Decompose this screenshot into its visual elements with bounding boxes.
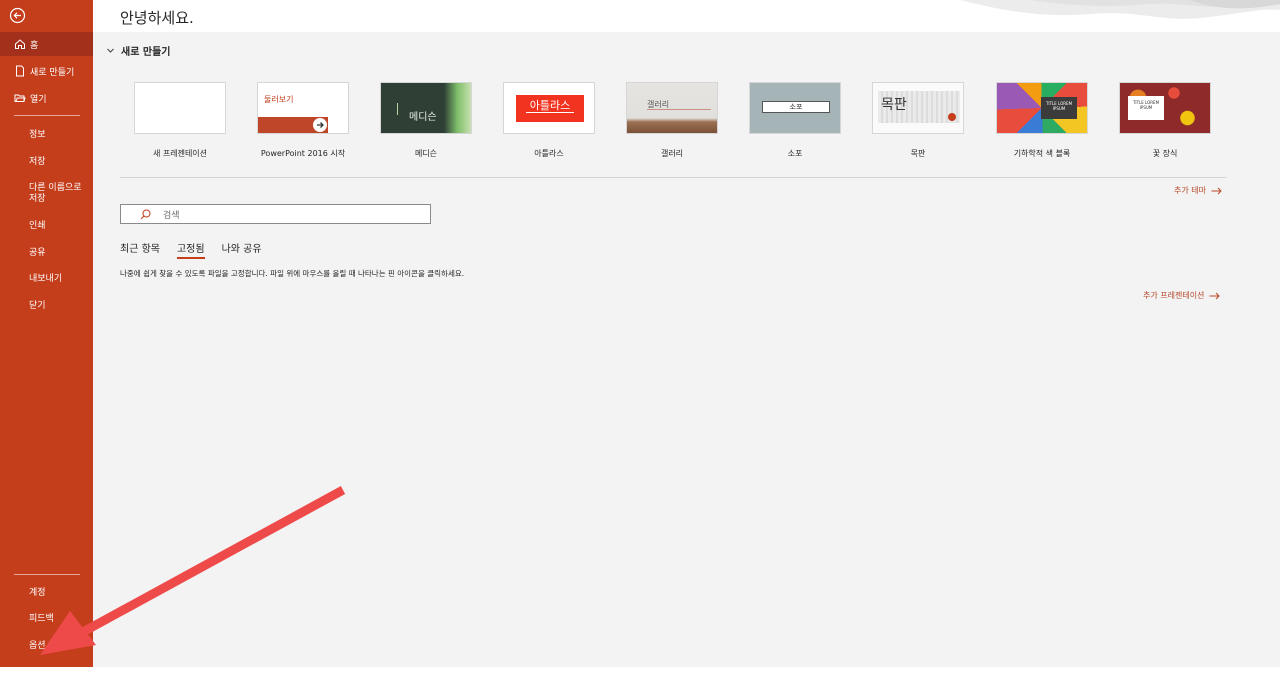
- tab-recent[interactable]: 최근 항목: [120, 240, 160, 259]
- thumbnail-text: 소포: [762, 101, 830, 113]
- sidebar-item-label: 새로 만들기: [30, 67, 75, 78]
- template-tile[interactable]: 갤러리 갤러리: [626, 82, 718, 158]
- sidebar-item-account[interactable]: 계정: [0, 585, 93, 601]
- pinned-hint-text: 나중에 쉽게 찾을 수 있도록 파일을 고정합니다. 파일 위에 마우스를 올릴…: [120, 269, 465, 278]
- sidebar-item-label: 다른 이름으로 저장: [29, 183, 82, 204]
- template-tile[interactable]: 아틀라스 아틀라스: [503, 82, 595, 158]
- template-thumbnail: 목판: [872, 82, 964, 134]
- thumbnail-text: TITLE LOREM IPSUM: [1041, 97, 1077, 119]
- sidebar-item-share[interactable]: 공유: [0, 245, 93, 261]
- sidebar-item-label: 닫기: [29, 300, 46, 311]
- new-section-header[interactable]: 새로 만들기: [106, 43, 170, 58]
- tab-pinned[interactable]: 고정됨: [176, 240, 205, 259]
- template-tile[interactable]: 목판 목판: [872, 82, 964, 158]
- template-tile[interactable]: 둘러보기 PowerPoint 2016 시작: [257, 82, 349, 158]
- greeting-title: 안녕하세요.: [120, 9, 194, 27]
- template-thumbnail: 메디슨: [380, 82, 472, 134]
- sidebar-item-save[interactable]: 저장: [0, 154, 93, 170]
- template-thumbnail: [134, 82, 226, 134]
- sidebar-item-export[interactable]: 내보내기: [0, 271, 93, 287]
- template-thumbnail: TITLE LOREM IPSUM: [996, 82, 1088, 134]
- window-bottom-strip: [0, 667, 1280, 686]
- sidebar-item-label: 저장: [29, 156, 46, 167]
- back-arrow-icon: [9, 7, 26, 24]
- sidebar-item-label: 피드백: [29, 613, 54, 624]
- sidebar-item-feedback[interactable]: 피드백: [0, 611, 93, 627]
- template-tile[interactable]: 새 프레젠테이션: [134, 82, 226, 158]
- template-label: 아틀라스: [534, 149, 564, 158]
- template-label: 새 프레젠테이션: [152, 149, 208, 158]
- template-label: 소포: [787, 149, 803, 158]
- sidebar-item-new[interactable]: 새로 만들기: [0, 60, 93, 82]
- sidebar: 홈 새로 만들기 열기 정보 저장 다른 이름으로 저장 인쇄 공유 내보내기 …: [0, 0, 93, 667]
- sidebar-item-label: 홈: [30, 40, 39, 51]
- thumbnail-rule: [647, 109, 711, 110]
- thumbnail-text: 목판: [881, 97, 907, 113]
- template-tile[interactable]: TITLE LOREM IPSUM 기하학적 색 블록: [996, 82, 1088, 158]
- section-divider: [120, 177, 1226, 178]
- more-presentations-label: 추가 프레젠테이션: [1143, 291, 1205, 300]
- home-icon: [14, 38, 26, 50]
- thumbnail-text: TITLE LOREM IPSUM: [1128, 96, 1164, 120]
- sidebar-item-label: 내보내기: [29, 273, 63, 284]
- search-input[interactable]: 검색: [163, 208, 180, 221]
- template-label: 메디슨: [414, 149, 438, 158]
- sidebar-item-label: 정보: [29, 129, 46, 140]
- sidebar-item-label: 공유: [29, 247, 46, 258]
- template-tile[interactable]: TITLE LOREM IPSUM 꽃 장식: [1119, 82, 1211, 158]
- template-thumbnail: 갤러리: [626, 82, 718, 134]
- sidebar-item-info[interactable]: 정보: [0, 127, 93, 143]
- sidebar-item-label: 옵션: [29, 640, 46, 651]
- template-label: 목판: [910, 149, 926, 158]
- template-tile[interactable]: 메디슨 메디슨: [380, 82, 472, 158]
- sidebar-item-label: 인쇄: [29, 220, 46, 231]
- more-themes-label: 추가 테마: [1174, 186, 1206, 195]
- sidebar-item-close[interactable]: 닫기: [0, 298, 93, 314]
- search-icon: [140, 209, 151, 219]
- template-label: 기하학적 색 블록: [1013, 149, 1071, 158]
- arrow-right-icon: [1209, 292, 1221, 299]
- sidebar-item-print[interactable]: 인쇄: [0, 218, 93, 234]
- new-document-icon: [14, 65, 26, 77]
- search-box[interactable]: 검색: [120, 204, 431, 224]
- folder-icon: [14, 92, 26, 104]
- thumbnail-text: 메디슨: [409, 112, 437, 123]
- template-label: 갤러리: [660, 149, 684, 158]
- thumbnail-dot: [948, 113, 956, 121]
- template-label: 꽃 장식: [1152, 149, 1178, 158]
- new-section-title: 새로 만들기: [121, 47, 171, 58]
- sidebar-item-options[interactable]: 옵션: [0, 638, 93, 654]
- arrow-right-icon: [312, 117, 328, 133]
- header-decoration-image: [960, 0, 1280, 19]
- backstage-main: 안녕하세요. 새로 만들기 새 프레젠테이션 둘러보기 PowerPoint 2…: [93, 0, 1280, 667]
- template-thumbnail: 아틀라스: [503, 82, 595, 134]
- sidebar-item-open[interactable]: 열기: [0, 87, 93, 109]
- arrow-right-icon: [1211, 187, 1222, 194]
- tab-shared[interactable]: 나와 공유: [222, 240, 262, 259]
- more-presentations-link[interactable]: 추가 프레젠테이션: [1143, 290, 1221, 301]
- template-thumbnail: TITLE LOREM IPSUM: [1119, 82, 1211, 134]
- chevron-down-icon: [107, 48, 114, 53]
- sidebar-divider: [14, 574, 80, 575]
- sidebar-divider: [14, 115, 80, 116]
- greeting-header: 안녕하세요.: [93, 0, 1280, 32]
- thumbnail-rule: [526, 112, 574, 113]
- template-label: PowerPoint 2016 시작: [260, 149, 346, 158]
- sidebar-item-label: 계정: [29, 587, 46, 598]
- thumbnail-text: 둘러보기: [264, 95, 294, 104]
- template-thumbnail: 둘러보기: [257, 82, 349, 134]
- more-themes-link[interactable]: 추가 테마: [1174, 185, 1222, 196]
- sidebar-item-home[interactable]: 홈: [0, 32, 93, 56]
- thumbnail-accent: [397, 103, 398, 115]
- template-thumbnail: 소포: [749, 82, 841, 134]
- template-tile[interactable]: 소포 소포: [749, 82, 841, 158]
- thumbnail-text: 아틀라스: [529, 99, 571, 112]
- sidebar-item-save-as[interactable]: 다른 이름으로 저장: [0, 181, 93, 207]
- back-button[interactable]: [9, 7, 26, 24]
- file-tabs: 최근 항목 고정됨 나와 공유: [120, 240, 279, 259]
- sidebar-item-label: 열기: [30, 94, 47, 105]
